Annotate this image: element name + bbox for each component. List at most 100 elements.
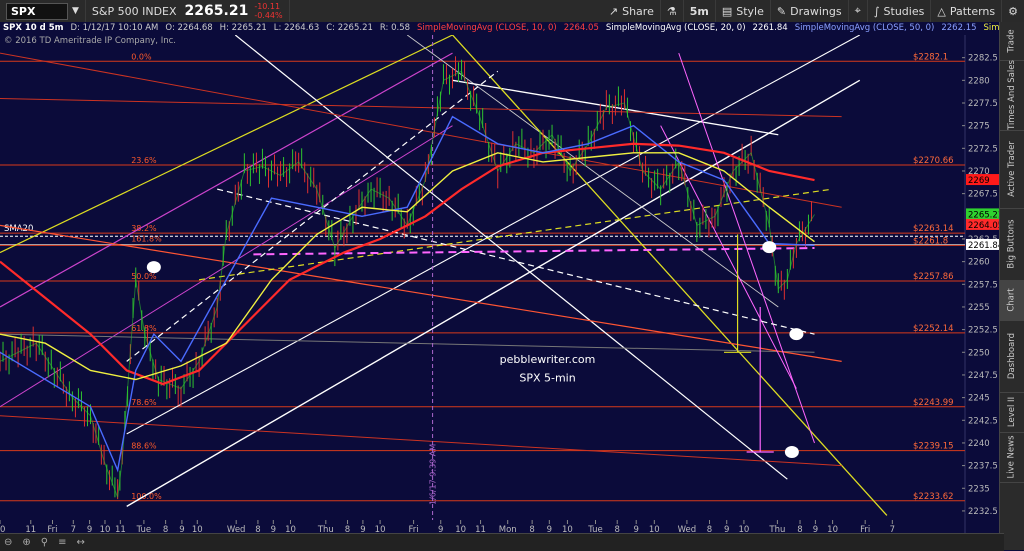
share-button[interactable]: ↗ Share [603, 0, 661, 22]
y-tick-label: 2277.5 [968, 99, 998, 109]
style-button[interactable]: ▤ Style [716, 0, 771, 22]
x-tick-label: Fri [47, 525, 57, 533]
drag-handle-icon[interactable]: ≡ [58, 537, 66, 548]
level-label: $2261.8 [913, 236, 948, 246]
sidebar-tab-chart[interactable]: Chart [1000, 280, 1024, 321]
price-badge-label: 2269 [968, 176, 990, 186]
y-tick-label: 2260 [968, 258, 990, 268]
chart-watermark-subtitle: SPX 5-min [519, 371, 575, 384]
fib-label: 50.0% [131, 272, 157, 281]
symbol-input[interactable]: SPX [6, 2, 68, 20]
sidebar-tab-label: Level II [1007, 396, 1017, 428]
interval-label: 5m [689, 4, 709, 18]
crosshair-button[interactable]: ⌖ [849, 0, 868, 22]
flask-button[interactable]: ⚗ [661, 0, 684, 22]
chevron-down-icon[interactable]: ▼ [72, 6, 79, 16]
x-tick-label: 10 [192, 525, 203, 533]
zoom-out-icon[interactable]: ⊖ [4, 537, 12, 548]
x-tick-label: 8 [614, 525, 619, 533]
x-tick-label: 10 [0, 525, 5, 533]
price-chart[interactable]: $2282.1 $2270.66 $2263.14 $2261.8 $2257.86 $2… [0, 35, 1000, 533]
sma50-label[interactable]: SimpleMovingAvg (CLOSE, 50, 0) [795, 23, 935, 33]
sidebar-tab-dashboard[interactable]: Dashboard [1000, 320, 1024, 393]
fib-label: 88.6% [131, 442, 157, 451]
sidebar-tab-big-buttons[interactable]: Big Buttons [1000, 208, 1024, 281]
sidebar-tab-label: Trade [1007, 29, 1017, 53]
settings-button[interactable]: ⚙ [1002, 0, 1024, 22]
x-tick-label: 8 [255, 525, 260, 533]
x-tick-label: 10 [100, 525, 111, 533]
x-tick-label: Fri [860, 525, 870, 533]
x-tick-label: 11 [475, 525, 486, 533]
sidebar-tab-trade[interactable]: Trade [1000, 22, 1024, 61]
y-tick-label: 2255 [968, 303, 990, 313]
style-label: Style [736, 4, 764, 18]
studies-icon: ∫ [873, 4, 880, 18]
x-tick-label: Tue [587, 525, 603, 533]
sidebar-tab-label: Chart [1006, 288, 1017, 312]
pencil-icon: ✎ [776, 4, 787, 18]
y-tick-label: 2245 [968, 394, 990, 404]
x-tick-label: Thu [317, 525, 334, 533]
level-label: $2243.99 [913, 398, 954, 408]
pan-icon[interactable]: ↔ [77, 537, 85, 548]
patterns-label: Patterns [949, 4, 996, 18]
x-tick-label: 7 [71, 525, 76, 533]
sma20-value: 2261.84 [752, 23, 788, 33]
sidebar-tab-level-ii[interactable]: Level II [1000, 392, 1024, 433]
zoom-in-icon[interactable]: ⊕ [22, 537, 30, 548]
x-tick-label: 7 [890, 525, 895, 533]
x-tick-label: Mon [499, 525, 517, 533]
x-tick-label: 11 [115, 525, 126, 533]
sidebar-tab-label: Live News [1007, 435, 1017, 479]
change-percent: -0.44% [254, 11, 283, 20]
interval-button[interactable]: 5m [684, 0, 716, 22]
flask-icon: ⚗ [666, 4, 677, 18]
copyright-text: © 2016 TD Ameritrade IP Company, Inc. [4, 36, 176, 46]
x-tick-label: 8 [707, 525, 712, 533]
right-sidebar: Trade Times And Sales Active Trader Big But… [999, 22, 1024, 550]
last-price: 2265.21 [184, 3, 249, 19]
chart-title: SPX 10 d 5m [3, 23, 64, 33]
change-value: -10.11 [254, 2, 281, 11]
sma10-value: 2264.05 [563, 23, 599, 33]
level-label: $2252.14 [913, 324, 954, 334]
bar-close: C: 2265.21 [326, 23, 373, 33]
x-tick-label: 9 [271, 525, 276, 533]
price-badge-label: 2261.84 [968, 241, 1000, 251]
share-label: Share [622, 4, 654, 18]
patterns-button[interactable]: △ Patterns [931, 0, 1003, 22]
share-icon: ↗ [608, 4, 619, 18]
x-tick-label: 8 [529, 525, 534, 533]
y-tick-label: 2240 [968, 439, 990, 449]
level-label: $2270.66 [913, 156, 954, 166]
fib-label: 0.0% [131, 52, 152, 61]
sma20-label[interactable]: SimpleMovingAvg (CLOSE, 20, 0) [606, 23, 746, 33]
y-tick-label: 2235 [968, 484, 990, 494]
magnify-icon[interactable]: ⚲ [41, 537, 48, 548]
target-marker [762, 241, 777, 254]
sidebar-tab-live-news[interactable]: Live News [1000, 432, 1024, 483]
price-change: -10.11 -0.44% [254, 2, 282, 20]
x-tick-label: 9 [179, 525, 184, 533]
symbol-cell: SPX ▼ [0, 0, 86, 22]
x-tick-label: 8 [797, 525, 802, 533]
x-tick-label: 9 [724, 525, 729, 533]
sidebar-tab-active-trader[interactable]: Active Trader [1000, 130, 1024, 209]
x-tick-label: 9 [438, 525, 443, 533]
sidebar-tab-times-and-sales[interactable]: Times And Sales [1000, 60, 1024, 131]
sma50-value: 2262.15 [941, 23, 977, 33]
y-tick-label: 2267.5 [968, 190, 998, 200]
level-label: $2263.14 [913, 224, 954, 234]
chart-watermark-title: pebblewriter.com [500, 353, 596, 366]
studies-button[interactable]: ∫ Studies [868, 0, 932, 22]
index-name: S&P 500 INDEX [91, 4, 177, 18]
gear-icon: ⚙ [1008, 4, 1018, 18]
y-tick-label: 2242.5 [968, 416, 998, 426]
x-tick-label: 9 [360, 525, 365, 533]
sma10-label[interactable]: SimpleMovingAvg (CLOSE, 10, 0) [417, 23, 557, 33]
x-tick-label: Wed [227, 525, 246, 533]
x-tick-label: 9 [87, 525, 92, 533]
drawings-button[interactable]: ✎ Drawings [771, 0, 849, 22]
level-label: $2239.15 [913, 442, 954, 452]
